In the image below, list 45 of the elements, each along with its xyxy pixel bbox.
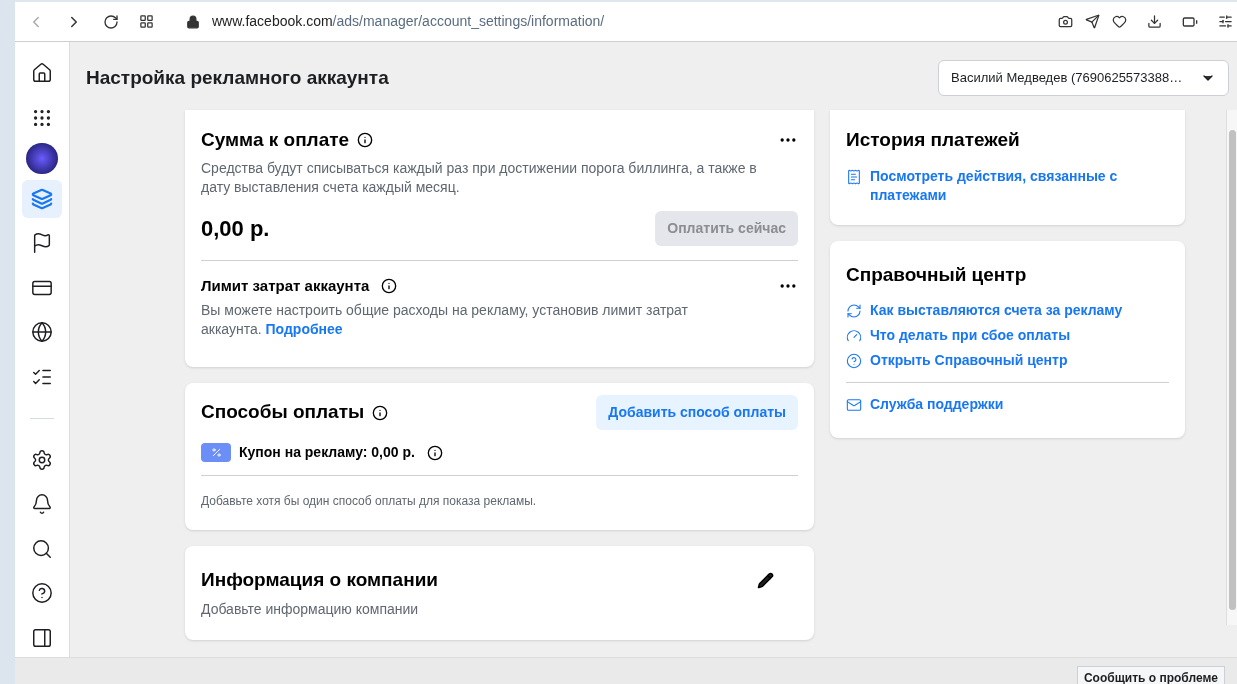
card-title: Информация о компании (201, 568, 438, 592)
amount-value: 0,00 р. (201, 214, 270, 243)
learn-more-link[interactable]: Подробнее (265, 321, 343, 337)
card-title: Способы оплаты (201, 400, 365, 425)
info-icon[interactable] (426, 444, 443, 461)
help-icon (846, 353, 862, 369)
stacked-screens-icon[interactable] (22, 179, 62, 219)
reload-icon[interactable] (103, 13, 119, 30)
help-link[interactable]: Служба поддержки (870, 395, 1004, 414)
card-description: Средства будут списываться каждый раз при достижении порога биллинга, а также в дату выставления счета каждый месяц. (201, 158, 758, 197)
url-field[interactable]: www.facebook.com/ads/manager/account_settings/information/ (212, 11, 605, 32)
refresh-icon (846, 303, 862, 319)
card-title: Сумма к оплате (201, 128, 350, 152)
add-payment-button[interactable]: Добавить способ оплаты (596, 395, 798, 430)
edit-icon[interactable] (757, 571, 774, 589)
help-link[interactable]: Посмотреть действия, связанные с платежами (870, 166, 1169, 205)
settings-icon[interactable] (1218, 14, 1233, 29)
payment-note: Добавьте хотя бы один способ оплаты для показа рекламы. (201, 493, 538, 510)
coupon-icon (201, 443, 231, 462)
tabs-grid-icon[interactable] (139, 14, 154, 29)
info-icon[interactable] (357, 132, 374, 149)
page-title: Настройка рекламного аккаунта (86, 65, 389, 90)
receipt-icon (846, 168, 862, 185)
card-title: Справочный центр (846, 262, 1028, 287)
gauge-icon (846, 328, 862, 344)
account-dropdown[interactable]: Василий Медведев (7690625573388… (938, 60, 1229, 96)
report-problem-button[interactable]: Сообщить о проблеме (1076, 666, 1225, 684)
help-link[interactable]: Что делать при сбое оплаты (870, 326, 1071, 345)
mail-icon (846, 397, 862, 413)
scrollbar[interactable] (1226, 110, 1237, 625)
lock-icon (186, 14, 200, 29)
download-icon[interactable] (1147, 14, 1162, 29)
card-description: Добавьте информацию компании (201, 599, 420, 619)
info-icon[interactable] (381, 277, 398, 294)
info-icon[interactable] (372, 404, 389, 421)
camera-icon[interactable] (1058, 14, 1073, 29)
coupon-label: Купон на рекламу: 0,00 р. (239, 443, 415, 462)
help-link[interactable]: Как выставляются счета за рекламу (870, 301, 1123, 320)
help-link[interactable]: Открыть Справочный центр (870, 351, 1068, 370)
heart-icon[interactable] (1112, 14, 1127, 29)
card-title: История платежей (846, 128, 1021, 152)
send-icon[interactable] (1085, 14, 1100, 29)
limit-description: Вы можете настроить общие расходы на рекламу, установив лимит затрат аккаунта. Подробнее (201, 301, 689, 339)
section-title: Лимит затрат аккаунта (201, 275, 370, 296)
avatar[interactable] (26, 142, 58, 174)
